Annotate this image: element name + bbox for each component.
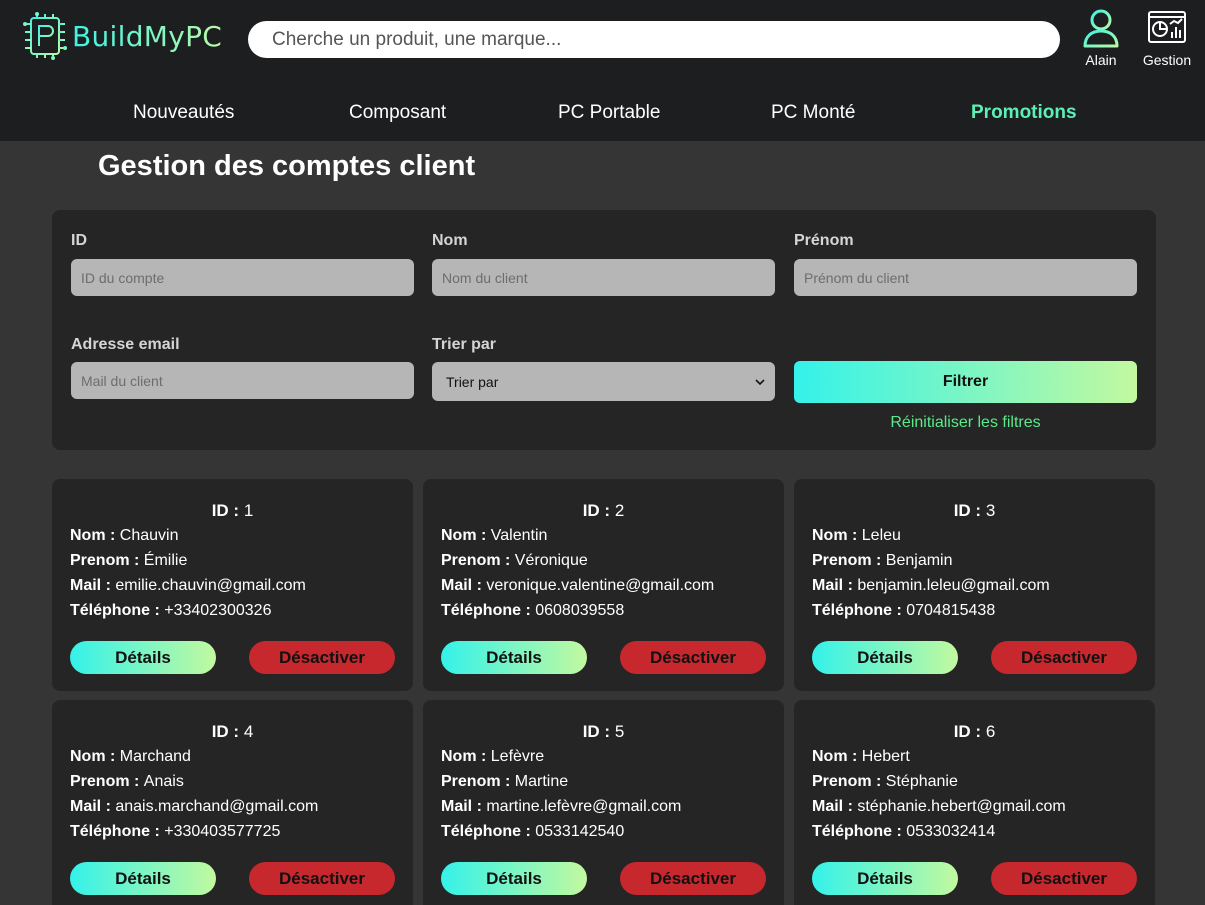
filter-button[interactable]: Filtrer (794, 361, 1137, 403)
client-nom: Nom : Lefèvre (441, 748, 545, 765)
client-id: ID : 6 (953, 722, 996, 741)
dashboard-icon (1148, 11, 1186, 43)
client-card: ID : 2 Nom : Valentin Prenom : Véronique… (423, 479, 784, 691)
client-nom: Nom : Hebert (812, 748, 910, 765)
client-nom: Nom : Leleu (812, 527, 901, 544)
deactivate-button[interactable]: Désactiver (620, 862, 766, 895)
main-nav: Nouveautés Composant PC Portable PC Mont… (0, 84, 1205, 141)
deactivate-button[interactable]: Désactiver (249, 862, 395, 895)
brand-name: BuildMyPC (72, 19, 223, 53)
search-input[interactable] (248, 21, 1060, 58)
gestion-label: Gestion (1142, 52, 1192, 68)
client-mail: Mail : stéphanie.hebert@gmail.com (812, 798, 1066, 815)
nav-item-composant[interactable]: Composant (349, 102, 446, 124)
client-mail: Mail : veronique.valentine@gmail.com (441, 577, 715, 594)
top-header: BuildMyPC Alain (0, 0, 1205, 84)
nav-item-pc-portable[interactable]: PC Portable (558, 102, 660, 124)
client-id: ID : 2 (582, 501, 625, 520)
reset-filters-link[interactable]: Réinitialiser les filtres (794, 414, 1137, 432)
user-icon (1083, 9, 1119, 48)
details-button[interactable]: Détails (812, 862, 958, 895)
client-nom: Nom : Valentin (441, 527, 548, 544)
client-id: ID : 1 (211, 501, 254, 520)
deactivate-button[interactable]: Désactiver (249, 641, 395, 674)
client-card: ID : 1 Nom : Chauvin Prenom : Émilie Mai… (52, 479, 413, 691)
filter-panel: ID Nom Prénom Adresse email Trier par Tr… (52, 210, 1156, 450)
id-filter-label: ID (71, 232, 87, 249)
deactivate-button[interactable]: Désactiver (991, 862, 1137, 895)
client-mail: Mail : emilie.chauvin@gmail.com (70, 577, 306, 594)
client-id: ID : 5 (582, 722, 625, 741)
chevron-down-icon (755, 378, 765, 385)
details-button[interactable]: Détails (441, 862, 587, 895)
client-id: ID : 4 (211, 722, 254, 741)
client-telephone: Téléphone : 0704815438 (812, 602, 996, 619)
client-nom: Nom : Marchand (70, 748, 191, 765)
nav-item-promotions[interactable]: Promotions (971, 102, 1077, 124)
details-button[interactable]: Détails (441, 641, 587, 674)
deactivate-button[interactable]: Désactiver (620, 641, 766, 674)
email-filter-input[interactable] (71, 362, 414, 399)
client-id: ID : 3 (953, 501, 996, 520)
client-card: ID : 3 Nom : Leleu Prenom : Benjamin Mai… (794, 479, 1155, 691)
user-name-label: Alain (1085, 52, 1117, 68)
client-telephone: Téléphone : +330403577725 (70, 823, 281, 840)
client-nom: Nom : Chauvin (70, 527, 179, 544)
page-title: Gestion des comptes client (98, 150, 476, 182)
client-prenom: Prenom : Anais (70, 773, 184, 790)
circuit-logo-icon (23, 12, 67, 60)
id-filter-input[interactable] (71, 259, 414, 296)
client-mail: Mail : benjamin.leleu@gmail.com (812, 577, 1050, 594)
client-prenom: Prenom : Stéphanie (812, 773, 958, 790)
client-telephone: Téléphone : +33402300326 (70, 602, 272, 619)
client-card: ID : 6 Nom : Hebert Prenom : Stéphanie M… (794, 700, 1155, 905)
client-mail: Mail : anais.marchand@gmail.com (70, 798, 319, 815)
sort-select[interactable]: Trier par (432, 362, 775, 401)
nom-filter-label: Nom (432, 232, 468, 249)
sort-filter-label: Trier par (432, 336, 497, 353)
nav-item-pc-monte[interactable]: PC Monté (771, 102, 855, 124)
sort-select-value: Trier par (446, 373, 499, 390)
prenom-filter-label: Prénom (794, 232, 854, 249)
nav-item-nouveautes[interactable]: Nouveautés (133, 102, 234, 124)
client-telephone: Téléphone : 0533142540 (441, 823, 625, 840)
user-account-button[interactable]: Alain (1080, 8, 1122, 68)
details-button[interactable]: Détails (812, 641, 958, 674)
gestion-button[interactable]: Gestion (1138, 8, 1196, 68)
client-prenom: Prenom : Martine (441, 773, 569, 790)
client-card: ID : 5 Nom : Lefèvre Prenom : Martine Ma… (423, 700, 784, 905)
details-button[interactable]: Détails (70, 641, 216, 674)
client-card: ID : 4 Nom : Marchand Prenom : Anais Mai… (52, 700, 413, 905)
client-prenom: Prenom : Véronique (441, 552, 588, 569)
client-prenom: Prenom : Benjamin (812, 552, 953, 569)
details-button[interactable]: Détails (70, 862, 216, 895)
prenom-filter-input[interactable] (794, 259, 1137, 296)
client-mail: Mail : martine.lefèvre@gmail.com (441, 798, 682, 815)
email-filter-label: Adresse email (71, 336, 180, 353)
deactivate-button[interactable]: Désactiver (991, 641, 1137, 674)
brand-logo[interactable]: BuildMyPC (22, 11, 222, 61)
client-telephone: Téléphone : 0608039558 (441, 602, 625, 619)
client-prenom: Prenom : Émilie (70, 552, 188, 569)
nom-filter-input[interactable] (432, 259, 775, 296)
client-telephone: Téléphone : 0533032414 (812, 823, 996, 840)
